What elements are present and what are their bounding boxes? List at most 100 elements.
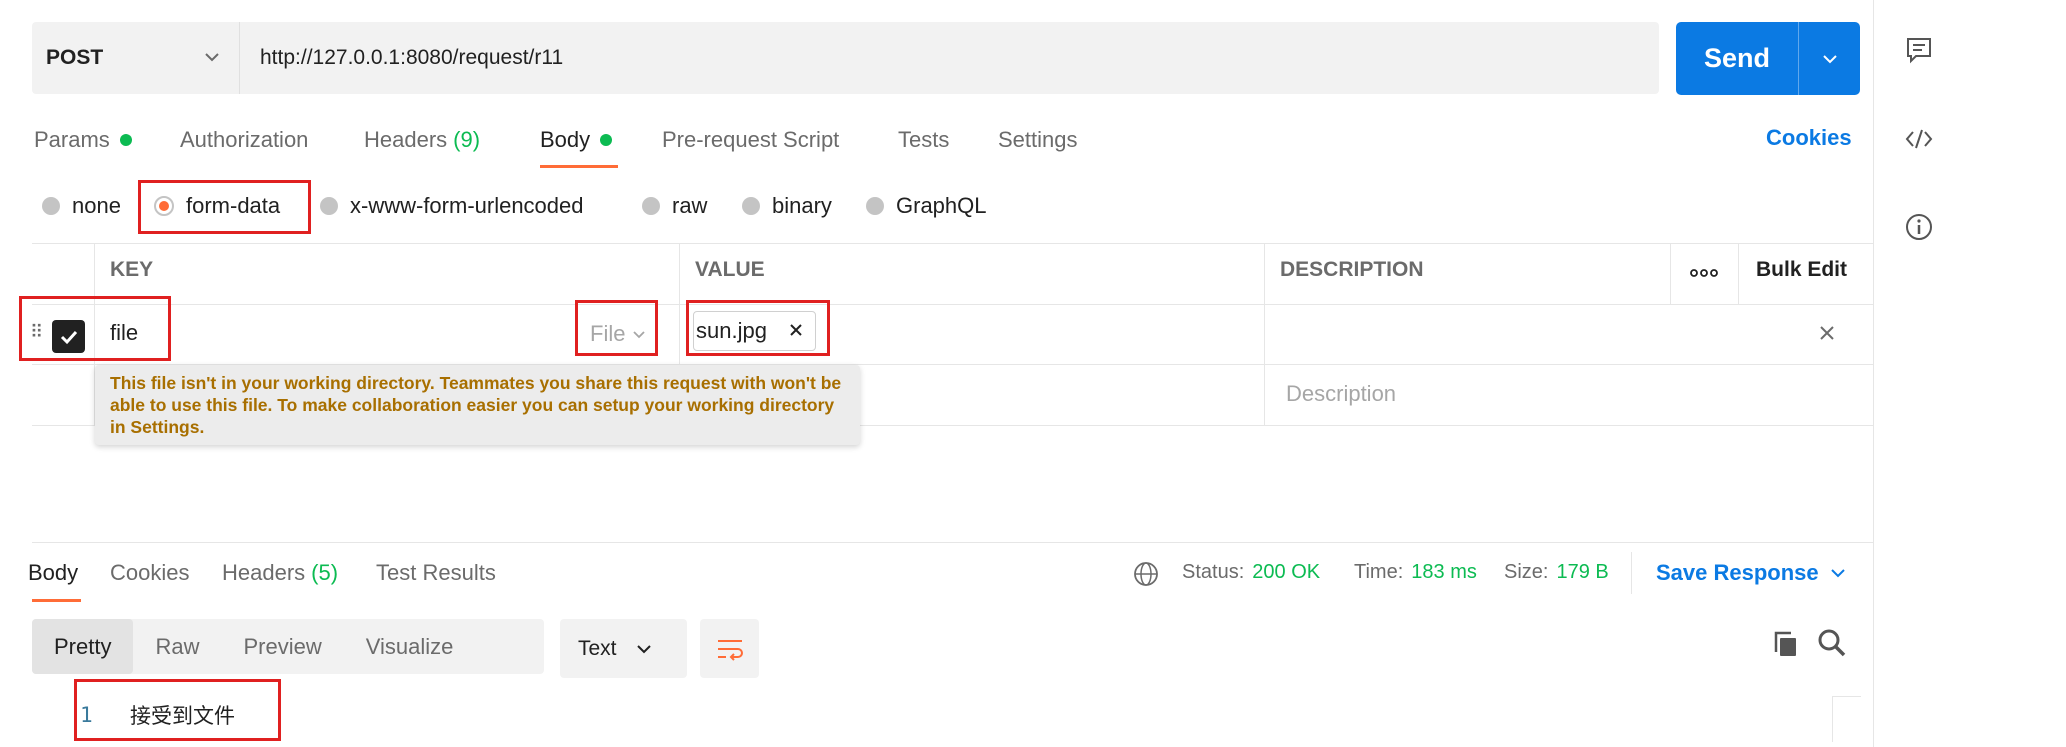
bulk-edit-button[interactable]: Bulk Edit: [1756, 258, 1847, 282]
chevron-down-icon: [1830, 569, 1845, 578]
radio-urlencoded-dot: [320, 197, 338, 215]
params-indicator-dot: [119, 134, 132, 146]
description-column-header: DESCRIPTION: [1280, 258, 1424, 281]
globe-icon[interactable]: [1133, 561, 1159, 587]
headers-count: (9): [453, 127, 481, 152]
time-value: 183 ms: [1411, 561, 1477, 583]
size-value: 179 B: [1556, 561, 1609, 583]
tab-body-label: Body: [540, 127, 591, 152]
radio-graphql-dot: [866, 197, 884, 215]
chevron-down-icon: [636, 644, 651, 653]
line-number: 1: [80, 703, 93, 727]
status-readout: Status: 200 OK: [1182, 561, 1320, 584]
description-input-placeholder[interactable]: Description: [1286, 381, 1396, 407]
view-pretty-button[interactable]: Pretty: [32, 619, 134, 674]
status-label: Status:: [1182, 561, 1245, 583]
view-visualize-button[interactable]: Visualize: [344, 619, 476, 674]
active-tab-underline: [540, 165, 618, 168]
radio-binary-label: binary: [772, 193, 832, 218]
radio-raw[interactable]: raw: [642, 190, 707, 222]
value-column-header: VALUE: [695, 258, 765, 281]
radio-binary[interactable]: binary: [742, 190, 832, 222]
radio-raw-label: raw: [672, 193, 708, 218]
send-button[interactable]: Send: [1676, 43, 1798, 74]
tab-authorization-label: Authorization: [180, 127, 309, 152]
highlight-file-value: [686, 300, 830, 356]
radio-graphql[interactable]: GraphQL: [866, 190, 987, 222]
body-indicator-dot: [600, 134, 613, 146]
radio-raw-dot: [642, 197, 660, 215]
view-preview-button[interactable]: Preview: [221, 619, 343, 674]
status-divider: [1631, 552, 1632, 594]
response-code-line: 1 接受到文件: [80, 700, 235, 730]
tab-tests[interactable]: Tests: [898, 124, 949, 156]
chevron-down-icon: [1822, 54, 1837, 63]
chevron-down-icon: [205, 53, 219, 62]
working-directory-tooltip: This file isn't in your working director…: [95, 365, 860, 445]
send-options-button[interactable]: [1799, 50, 1860, 68]
response-body-text: 接受到文件: [130, 704, 235, 728]
highlight-file-type: [575, 300, 658, 356]
radio-graphql-label: GraphQL: [896, 193, 987, 218]
response-headers-count: (5): [311, 560, 339, 585]
radio-none-label: none: [72, 193, 121, 218]
radio-binary-dot: [742, 197, 760, 215]
more-options-icon[interactable]: [1690, 268, 1718, 278]
tooltip-text: This file isn't in your working director…: [110, 373, 842, 437]
tab-headers[interactable]: Headers (9): [364, 124, 480, 156]
highlight-key: [19, 296, 171, 361]
key-column-header: KEY: [110, 258, 154, 281]
right-rail-divider: [1873, 0, 1874, 747]
response-format-label: Text: [578, 636, 617, 660]
comment-icon[interactable]: [1904, 35, 1934, 65]
response-tab-cookies[interactable]: Cookies: [110, 560, 189, 586]
view-raw-button[interactable]: Raw: [133, 619, 221, 674]
info-icon[interactable]: [1904, 212, 1934, 242]
response-format-select[interactable]: Text: [560, 619, 687, 678]
url-text: http://127.0.0.1:8080/request/r11: [260, 46, 564, 69]
response-tab-headers[interactable]: Headers (5): [222, 560, 338, 586]
tab-settings-label: Settings: [998, 127, 1078, 152]
highlight-form-data: [138, 180, 311, 234]
size-label: Size:: [1504, 561, 1549, 583]
tab-headers-label: Headers: [364, 127, 448, 152]
radio-none[interactable]: none: [42, 190, 121, 222]
table-col-divider: [1670, 243, 1671, 304]
response-tab-headers-label: Headers: [222, 560, 306, 585]
delete-row-icon[interactable]: [1818, 324, 1836, 342]
table-col-divider: [1738, 243, 1739, 304]
table-top-border: [32, 243, 1873, 244]
table-col-divider: [1264, 243, 1265, 425]
radio-urlencoded[interactable]: x-www-form-urlencoded: [320, 190, 584, 222]
response-view-switcher: Pretty Raw Preview Visualize: [32, 619, 544, 674]
response-scrollbar[interactable]: [1832, 696, 1861, 742]
search-icon[interactable]: [1817, 628, 1847, 658]
save-response-button[interactable]: Save Response: [1656, 560, 1847, 586]
send-button-group: Send: [1676, 22, 1860, 95]
tab-authorization[interactable]: Authorization: [180, 124, 308, 156]
cookies-link[interactable]: Cookies: [1766, 125, 1852, 151]
tab-body[interactable]: Body: [540, 124, 613, 156]
tab-params[interactable]: Params: [34, 124, 132, 156]
code-icon[interactable]: [1904, 124, 1934, 154]
method-label: POST: [46, 46, 104, 69]
table-header-border: [32, 304, 1873, 305]
radio-none-dot: [42, 197, 60, 215]
url-input[interactable]: http://127.0.0.1:8080/request/r11: [239, 22, 1659, 94]
radio-urlencoded-label: x-www-form-urlencoded: [350, 193, 584, 218]
response-tab-body[interactable]: Body: [28, 560, 78, 586]
tab-params-label: Params: [34, 127, 110, 152]
copy-icon[interactable]: [1771, 630, 1799, 658]
tab-pre-request-label: Pre-request Script: [662, 127, 840, 152]
time-label: Time:: [1354, 561, 1404, 583]
size-readout: Size: 179 B: [1504, 561, 1609, 584]
wrap-lines-button[interactable]: [700, 619, 759, 678]
status-value: 200 OK: [1252, 561, 1321, 583]
tab-pre-request-script[interactable]: Pre-request Script: [662, 124, 839, 156]
wrap-lines-icon: [717, 639, 743, 661]
response-tab-test-results[interactable]: Test Results: [376, 560, 496, 586]
tab-settings[interactable]: Settings: [998, 124, 1078, 156]
response-divider: [32, 542, 1873, 543]
save-response-label: Save Response: [1656, 560, 1819, 585]
method-select[interactable]: POST: [32, 22, 239, 94]
